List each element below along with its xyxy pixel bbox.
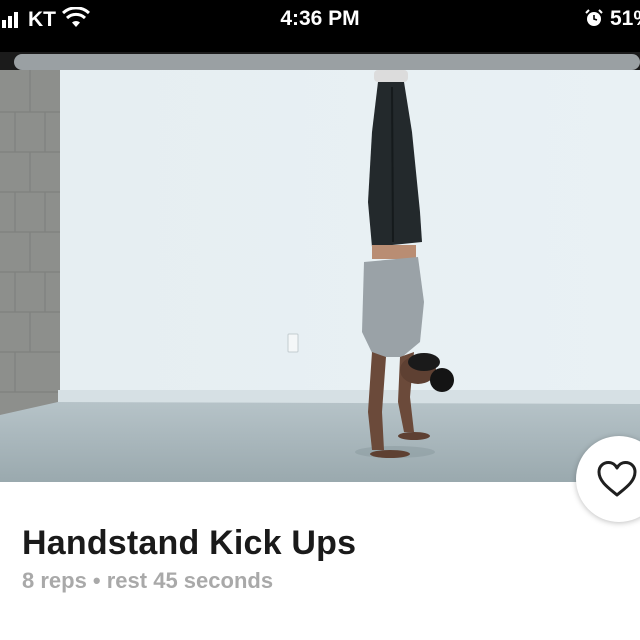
alarm-clock-icon [585, 9, 603, 26]
exercise-title: Handstand Kick Ups [22, 524, 357, 562]
exercise-video[interactable] [0, 52, 640, 482]
status-time: 4:36 PM [280, 7, 360, 30]
status-bar: KT 4:36 PM 51% [0, 0, 640, 52]
exercise-details: 8 reps • rest 45 seconds [22, 568, 274, 593]
battery-percentage: 51% [610, 7, 640, 30]
handstand-video-frame [0, 52, 640, 482]
heart-icon [597, 461, 637, 497]
